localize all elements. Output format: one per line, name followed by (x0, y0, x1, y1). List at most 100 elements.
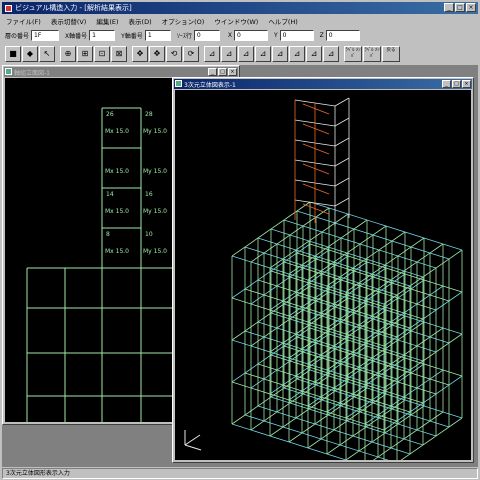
tool-view5-icon[interactable]: ⊿ (272, 46, 288, 62)
title-bar[interactable]: ビジュアル構造入力 - [解析結果表示] _ □ × (2, 2, 478, 14)
app-icon (5, 4, 12, 12)
elevation-window-icon (5, 68, 12, 75)
tool-zoom-out-icon[interactable]: ⊠ (111, 46, 127, 62)
elevation-base-grid (26, 267, 181, 422)
tool-view7-icon[interactable]: ⊿ (306, 46, 322, 62)
maximize-button[interactable]: □ (455, 3, 465, 12)
tool-zoom-fit-icon[interactable]: ⊡ (94, 46, 110, 62)
tool-zoom-in-icon[interactable]: ⊕ (60, 46, 76, 62)
tool-node-icon[interactable]: ◆ (22, 46, 38, 62)
elevation-window-title: 軸組立面図-1 (14, 69, 50, 77)
menu-options[interactable]: オプション(O) (162, 16, 205, 26)
view3d-window-title-bar[interactable]: 3次元立体図表示-1 _ □ × (174, 79, 472, 89)
coord-y-label: Y (273, 31, 278, 39)
tower-brace (302, 123, 330, 135)
view3d-window-icon (175, 80, 182, 87)
coord-input[interactable]: 0 (193, 29, 220, 41)
elevation-maximize-button[interactable]: □ (218, 68, 227, 76)
coord-z-input[interactable]: 0 (325, 29, 360, 41)
my-label-2: My 15.0 (143, 168, 167, 175)
view3d-window-title: 3次元立体図表示-1 (184, 81, 236, 89)
tool-view6-icon[interactable]: ⊿ (289, 46, 305, 62)
menu-view-switch[interactable]: 表示切替(V) (51, 16, 87, 26)
coord-label: ｿｰｽ行 (176, 32, 192, 40)
tool-select-icon[interactable]: ↖ (39, 46, 55, 62)
menu-bar: ファイル(F) 表示切替(V) 編集(E) 表示(D) オプション(O) ウイン… (2, 15, 478, 26)
menu-display[interactable]: 表示(D) (129, 16, 152, 26)
view3d-maximize-button[interactable]: □ (452, 80, 461, 88)
tool-pan2-icon[interactable]: ✥ (149, 46, 165, 62)
node-label-26: 26 (106, 111, 114, 118)
tool-view1-icon[interactable]: ⊿ (204, 46, 220, 62)
frame-x-input[interactable]: 1 (89, 29, 116, 41)
tower-brace (302, 163, 330, 175)
tower-beam (334, 137, 350, 147)
label-member2-button[interactable]: ﾗﾍﾞﾙ ﾒﾝﾊﾞ (363, 46, 381, 62)
tool-pan-icon[interactable]: ✥ (132, 46, 148, 62)
coord-y-input[interactable]: 0 (279, 29, 314, 41)
tool-view2-icon[interactable]: ⊿ (221, 46, 237, 62)
tool-rotate-right-icon[interactable]: ⟳ (183, 46, 199, 62)
tower-beam (334, 177, 350, 187)
toolbar: ■ ◆ ↖ ⊕ ⊞ ⊡ ⊠ ✥ ✥ ⟲ ⟳ ⊿ ⊿ ⊿ ⊿ ⊿ ⊿ ⊿ ⊿ ﾗﾍ… (2, 45, 478, 63)
tool-rotate-left-icon[interactable]: ⟲ (166, 46, 182, 62)
tower-beam (334, 117, 350, 127)
elevation-labels: Mx 15.0 My 15.0 Mx 15.0 My 15.0 Mx 15.0 … (105, 111, 167, 255)
field-bar: 層の番号 1F X軸番号 1 Y軸番号 1 ｿｰｽ行 0 X 0 Y 0 Z 0 (2, 28, 478, 42)
tool-view3-icon[interactable]: ⊿ (238, 46, 254, 62)
node-label-14: 14 (106, 191, 114, 198)
tool-zoom-window-icon[interactable]: ⊞ (77, 46, 93, 62)
node-label-8: 8 (106, 231, 110, 238)
story-label: 層の番号 (5, 32, 30, 40)
menu-edit[interactable]: 編集(E) (96, 16, 118, 26)
mx-label-4: Mx 15.0 (105, 248, 129, 255)
menu-file[interactable]: ファイル(F) (6, 16, 41, 26)
minimize-button[interactable]: _ (444, 3, 454, 12)
mdi-workspace: 軸組立面図-1 _ □ × Mx 15.0 My 15.0 Mx 15.0 My… (2, 65, 478, 467)
my-label-3: My 15.0 (143, 208, 167, 215)
story-input[interactable]: 1F (31, 29, 60, 41)
my-label-4: My 15.0 (143, 248, 167, 255)
frame-y-input[interactable]: 1 (144, 29, 171, 41)
coord-x-label: X (227, 31, 232, 39)
elevation-minimize-button[interactable]: _ (208, 68, 217, 76)
menu-help[interactable]: ヘルプ(H) (268, 16, 297, 26)
coord-z-label: Z (319, 31, 324, 39)
view3d-window[interactable]: 3次元立体図表示-1 _ □ × (172, 77, 474, 463)
my-label-1: My 15.0 (143, 128, 167, 135)
mx-label-1: Mx 15.0 (105, 128, 129, 135)
view3d-canvas[interactable] (175, 90, 471, 460)
tower-brace (302, 143, 330, 155)
back-button[interactable]: 戻る (382, 46, 400, 62)
view3d-minimize-button[interactable]: _ (442, 80, 451, 88)
frame-y-label: Y軸番号 (121, 32, 143, 40)
tower-brace (302, 103, 330, 115)
view3d-close-button[interactable]: × (462, 80, 471, 88)
node-label-28: 28 (145, 111, 153, 118)
mx-label-2: Mx 15.0 (105, 168, 129, 175)
app-window: ビジュアル構造入力 - [解析結果表示] _ □ × ファイル(F) 表示切替(… (0, 0, 480, 480)
label-member-button[interactable]: ﾗﾍﾞﾙ ﾒﾝﾊﾞ (344, 46, 362, 62)
app-title: ビジュアル構造入力 - [解析結果表示] (15, 4, 132, 12)
node-label-10: 10 (145, 231, 153, 238)
frame-x-label: X軸番号 (65, 32, 88, 40)
mx-label-3: Mx 15.0 (105, 208, 129, 215)
tower-beam (334, 97, 350, 107)
tool-fill-icon[interactable]: ■ (5, 46, 21, 62)
tool-view4-icon[interactable]: ⊿ (255, 46, 271, 62)
tool-view8-icon[interactable]: ⊿ (323, 46, 339, 62)
status-bar: 3次元立体図形表示入力 (2, 468, 478, 479)
axis-triad-icon (184, 430, 202, 451)
close-button[interactable]: × (466, 3, 476, 12)
node-label-16: 16 (145, 191, 153, 198)
elevation-close-button[interactable]: × (228, 68, 237, 76)
elevation-window-title-bar[interactable]: 軸組立面図-1 _ □ × (4, 67, 238, 77)
menu-window[interactable]: ウインドウ(W) (214, 16, 258, 26)
3d-grid-frame (231, 201, 463, 460)
tower-brace (302, 203, 330, 215)
tower-brace (302, 183, 330, 195)
tower-beam (334, 197, 350, 207)
coord-x-input[interactable]: 0 (233, 29, 268, 41)
tower-beam (334, 157, 350, 167)
view3d-drawing (184, 97, 463, 460)
